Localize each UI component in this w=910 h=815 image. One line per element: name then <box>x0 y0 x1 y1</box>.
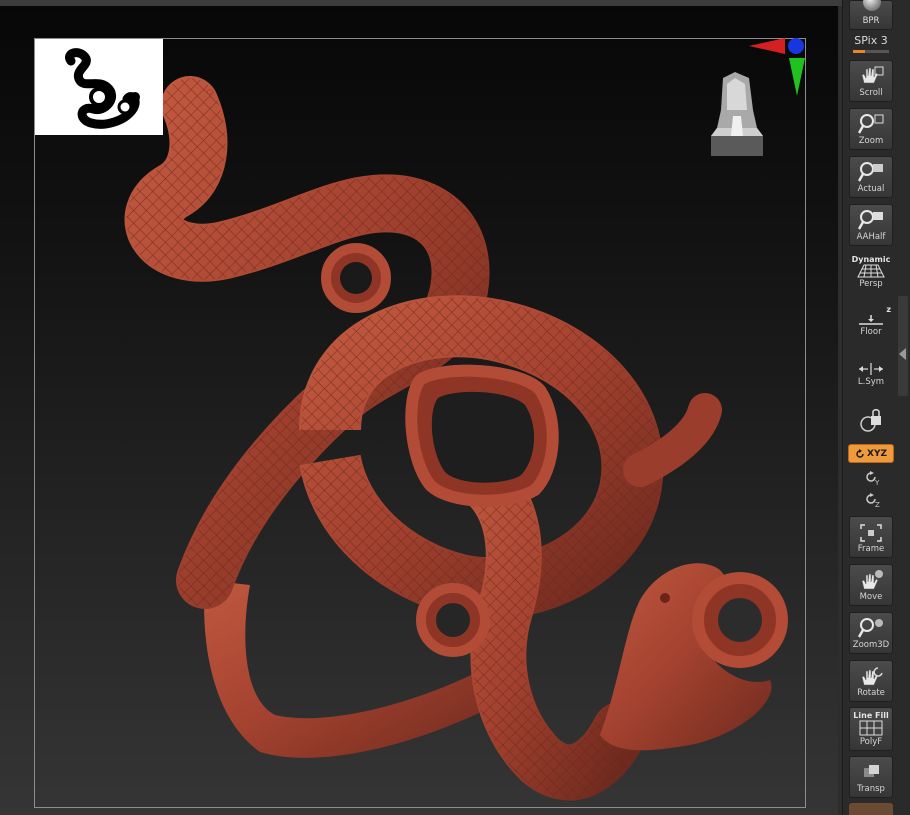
bpr-render-button[interactable]: BPR <box>849 0 893 30</box>
zoom3d-label: Zoom3D <box>852 640 890 650</box>
local-symmetry-icon <box>859 363 883 375</box>
rotate-button[interactable]: Rotate <box>849 660 893 702</box>
y-rotate-icon: Y <box>866 471 880 487</box>
sphere-icon <box>863 0 881 11</box>
canvas-area <box>0 0 842 815</box>
actual-label: Actual <box>857 184 885 194</box>
persp-label: Persp <box>859 279 883 289</box>
aahalf-button[interactable]: AAHalf <box>849 204 893 246</box>
dynamic-label: Dynamic <box>851 255 891 264</box>
material-swatch[interactable] <box>849 803 893 815</box>
polyf-label: PolyF <box>859 737 883 747</box>
zoom-button[interactable]: Zoom <box>849 108 893 150</box>
actual-button[interactable]: Actual <box>849 156 893 198</box>
floor-label: Floor <box>860 327 882 337</box>
move-label: Move <box>859 592 883 602</box>
spix-label: SPix 3 <box>854 34 888 47</box>
bpr-label: BPR <box>862 16 880 26</box>
svg-text:Z: Z <box>875 501 880 509</box>
toolbar-scrollbar[interactable] <box>898 296 908 396</box>
lock-rotate-icon <box>860 409 881 432</box>
magnifier-actual-icon <box>858 162 883 182</box>
xyz-rotate-toggle[interactable]: XYZ <box>848 444 894 463</box>
lsym-button[interactable]: L.Sym <box>849 348 893 390</box>
x-axis-arrow-icon <box>749 38 785 54</box>
z-rotate-button[interactable]: Z <box>860 490 882 510</box>
spix-fill <box>853 50 865 53</box>
magnifier-icon <box>858 114 884 134</box>
rotate-arrow-icon <box>856 448 864 458</box>
spix-slider[interactable]: SPix 3 <box>849 34 893 56</box>
hand-scroll-icon <box>861 66 884 84</box>
magnifier-3d-icon <box>858 618 883 638</box>
z-rotate-icon: Z <box>866 493 880 509</box>
transp-label: Transp <box>857 784 885 794</box>
floor-button[interactable]: z Floor <box>849 298 893 340</box>
transparency-icon <box>864 765 879 777</box>
lsym-label: L.Sym <box>857 377 885 387</box>
lock-button[interactable] <box>849 396 893 438</box>
z-axis-dot-icon <box>788 38 804 54</box>
orientation-head-icon[interactable] <box>705 70 769 166</box>
y-rotate-button[interactable]: Y <box>860 468 882 488</box>
spix-track <box>853 50 889 53</box>
frame-button[interactable]: Frame <box>849 516 893 558</box>
polyf-button[interactable]: Line Fill PolyF <box>849 707 893 751</box>
xyz-label: XYZ <box>867 448 887 459</box>
aahalf-label: AAHalf <box>856 232 886 242</box>
perspective-grid-icon <box>857 264 885 278</box>
rotate-label: Rotate <box>857 688 885 698</box>
persp-button[interactable]: Dynamic Persp <box>849 252 893 292</box>
floor-icon <box>859 315 883 325</box>
move-button[interactable]: Move <box>849 564 893 606</box>
polyframe-grid-icon <box>859 720 883 736</box>
hand-move-icon <box>861 570 883 590</box>
scroll-button[interactable]: Scroll <box>849 60 893 102</box>
collapse-arrow-icon[interactable] <box>899 348 906 360</box>
zoom-label: Zoom <box>858 136 884 146</box>
model-thumbnail <box>35 39 163 135</box>
transp-button[interactable]: Transp <box>849 756 893 798</box>
rotate-icon <box>861 667 883 686</box>
magnifier-half-icon <box>858 210 883 230</box>
zoom3d-button[interactable]: Zoom3D <box>849 612 893 654</box>
svg-text:Y: Y <box>874 479 880 487</box>
floor-axis-label: z <box>886 305 891 314</box>
frame-label: Frame <box>857 544 885 554</box>
frame-icon <box>860 524 882 542</box>
snake-silhouette-icon <box>65 48 140 129</box>
scroll-label: Scroll <box>859 88 883 98</box>
y-axis-arrow-icon <box>789 58 805 96</box>
line-fill-label: Line Fill <box>853 711 889 720</box>
